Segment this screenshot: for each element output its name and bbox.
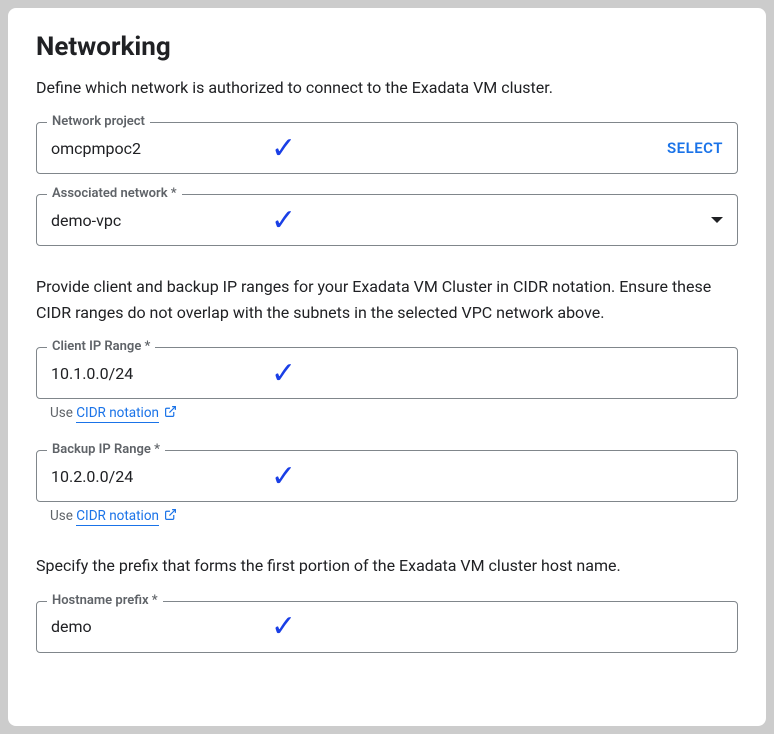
checkmark-icon: ✓	[271, 609, 723, 644]
page-title: Networking	[36, 32, 738, 62]
backup-ip-outline: Backup IP Range * ✓	[36, 450, 738, 502]
hostname-prefix-field: Hostname prefix * ✓	[36, 601, 738, 653]
backup-ip-field: Backup IP Range * ✓ Use CIDR notation	[36, 450, 738, 525]
network-project-field: Network project ✓ SELECT	[36, 122, 738, 174]
associated-network-outline[interactable]: Associated network * demo-vpc ✓	[36, 194, 738, 246]
associated-network-label: Associated network *	[47, 186, 182, 201]
associated-network-value: demo-vpc	[51, 211, 271, 230]
hostname-description: Specify the prefix that forms the first …	[36, 553, 738, 579]
checkmark-icon: ✓	[271, 131, 667, 166]
checkmark-icon: ✓	[271, 356, 723, 391]
network-project-label: Network project	[47, 114, 150, 129]
cidr-notation-link[interactable]: CIDR notation	[76, 405, 159, 423]
associated-network-field: Associated network * demo-vpc ✓	[36, 194, 738, 246]
chevron-down-icon[interactable]	[711, 217, 723, 223]
helper-prefix: Use	[50, 508, 76, 524]
client-ip-input[interactable]	[51, 364, 271, 383]
hostname-prefix-label: Hostname prefix *	[47, 593, 163, 608]
networking-card: Networking Define which network is autho…	[8, 8, 766, 726]
cidr-notation-link[interactable]: CIDR notation	[76, 508, 159, 526]
helper-prefix: Use	[50, 405, 76, 421]
network-project-outline: Network project ✓ SELECT	[36, 122, 738, 174]
client-ip-label: Client IP Range *	[47, 339, 155, 354]
client-ip-helper: Use CIDR notation	[36, 405, 738, 422]
hostname-prefix-input[interactable]	[51, 617, 271, 636]
client-ip-field: Client IP Range * ✓ Use CIDR notation	[36, 347, 738, 422]
external-link-icon	[164, 508, 177, 525]
hostname-prefix-outline: Hostname prefix * ✓	[36, 601, 738, 653]
external-link-icon	[164, 405, 177, 422]
network-project-input[interactable]	[51, 139, 271, 158]
ip-ranges-description: Provide client and backup IP ranges for …	[36, 274, 738, 325]
checkmark-icon: ✓	[271, 203, 711, 238]
checkmark-icon: ✓	[271, 459, 723, 494]
backup-ip-input[interactable]	[51, 467, 271, 486]
backup-ip-label: Backup IP Range *	[47, 442, 165, 457]
networking-description: Define which network is authorized to co…	[36, 76, 738, 100]
select-button[interactable]: SELECT	[667, 139, 723, 157]
client-ip-outline: Client IP Range * ✓	[36, 347, 738, 399]
backup-ip-helper: Use CIDR notation	[36, 508, 738, 525]
